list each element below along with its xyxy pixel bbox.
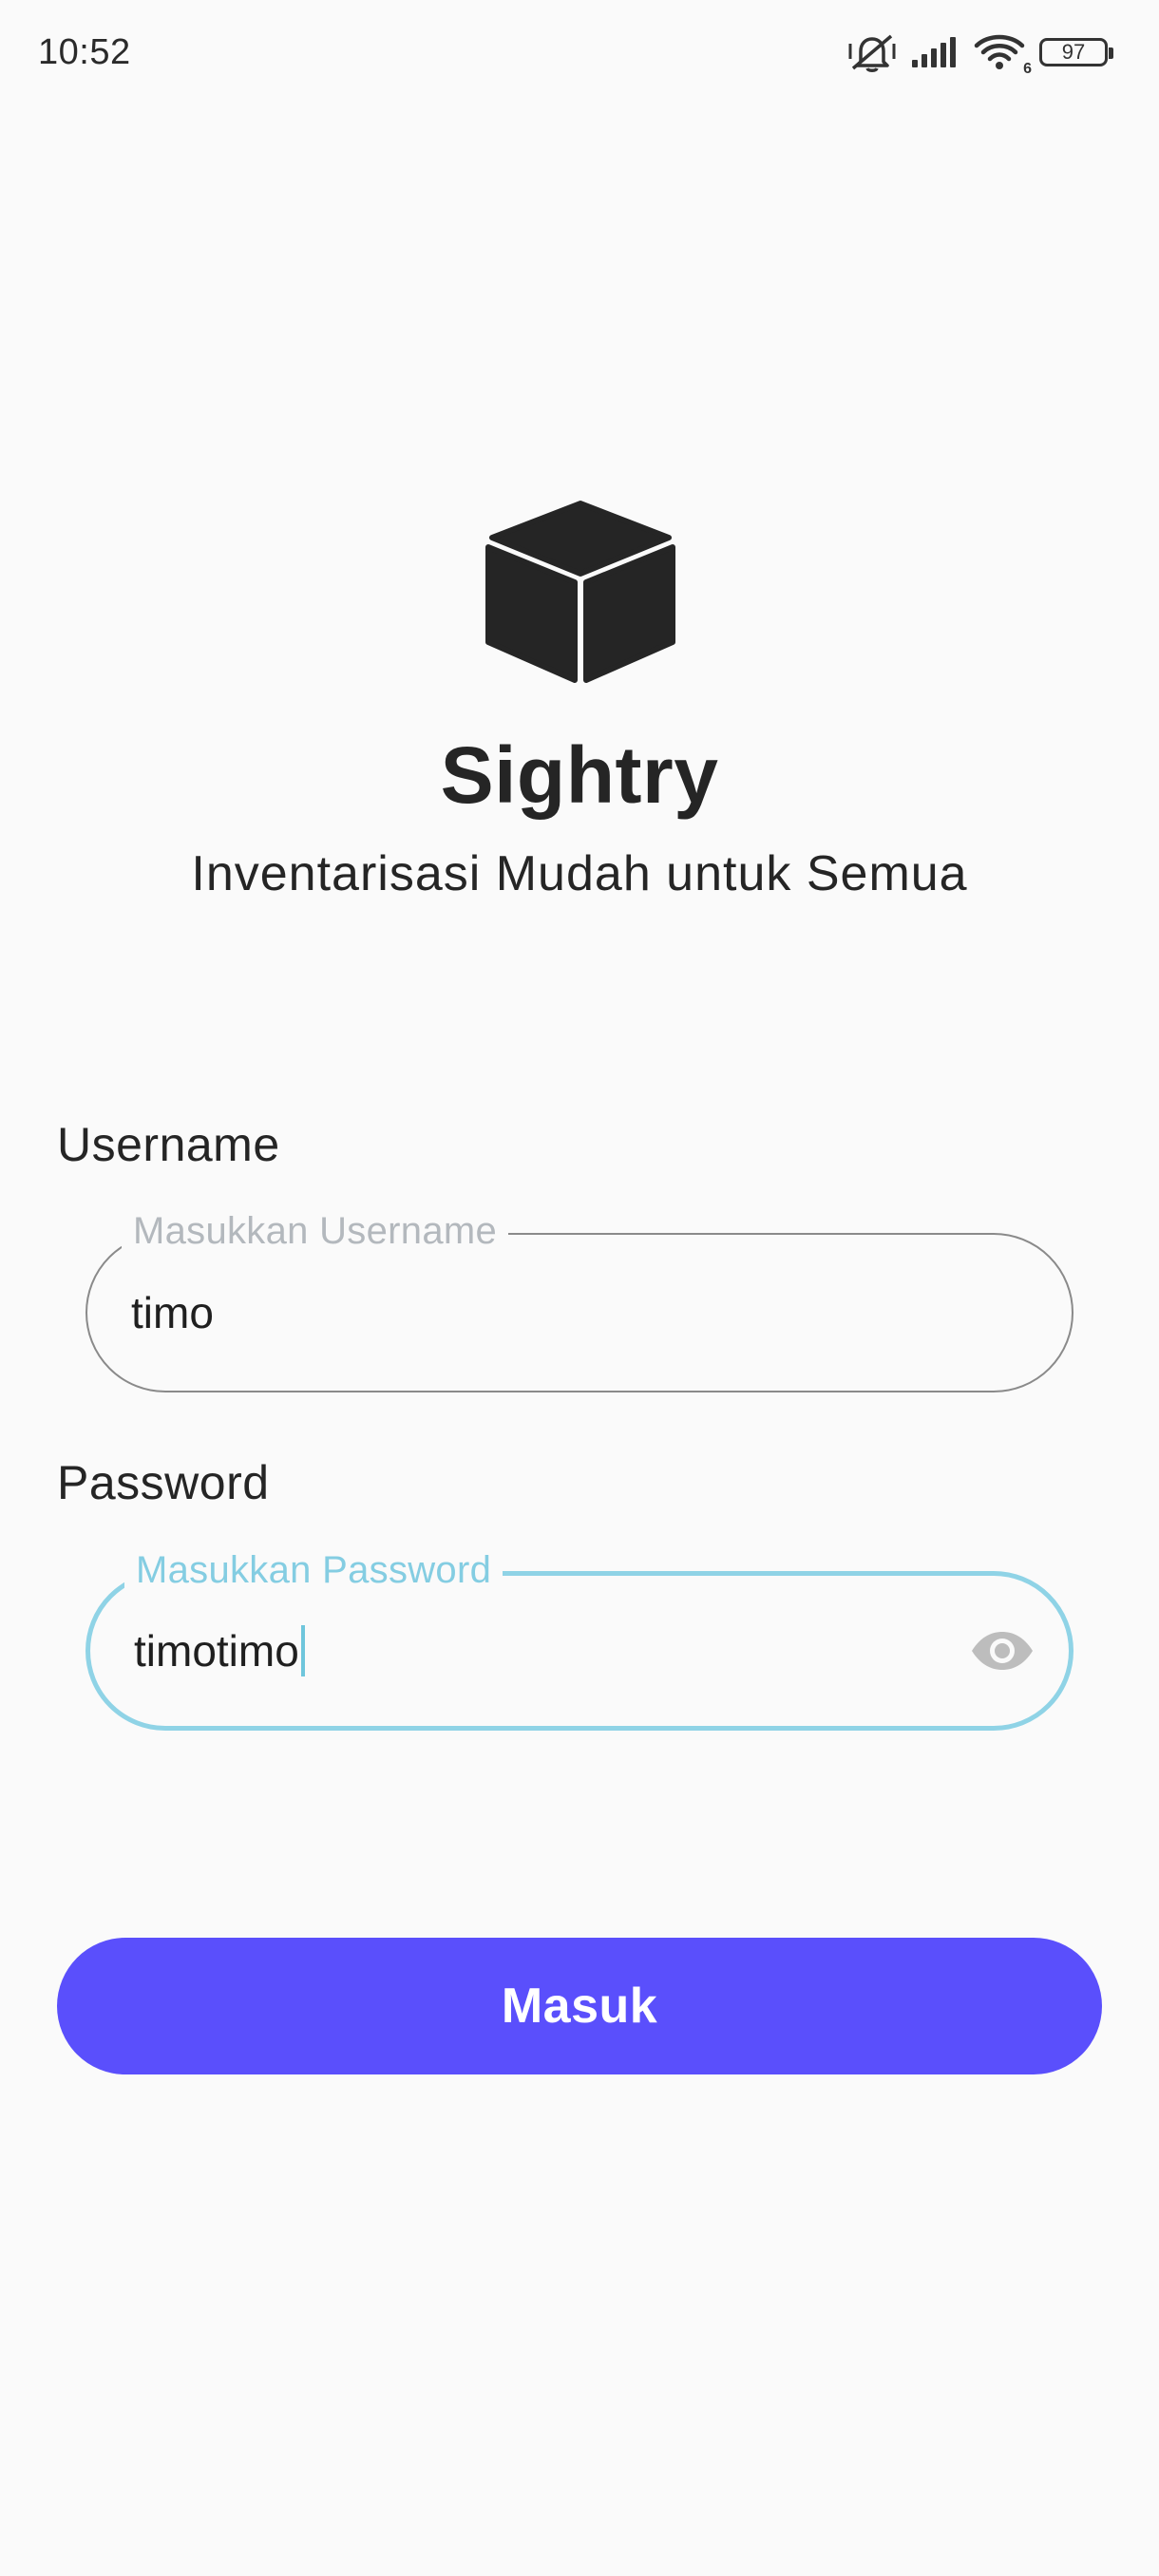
- battery-icon: 97: [1039, 38, 1113, 66]
- eye-icon[interactable]: [968, 1617, 1036, 1685]
- status-bar: 10:52 6 97: [0, 0, 1159, 104]
- password-label: Password: [57, 1456, 270, 1509]
- login-button[interactable]: Masuk: [57, 1938, 1102, 2074]
- wifi-standard-label: 6: [1023, 61, 1032, 77]
- silent-mode-icon: [847, 30, 897, 74]
- username-field[interactable]: Masukkan Username timo: [86, 1204, 1074, 1392]
- wifi-icon: 6: [973, 32, 1032, 77]
- cube-icon: [483, 500, 678, 686]
- password-input[interactable]: timotimo: [134, 1625, 305, 1676]
- app-title: Sightry: [440, 730, 719, 820]
- battery-level: 97: [1061, 40, 1086, 64]
- password-value: timotimo: [134, 1626, 299, 1676]
- status-icons: 6 97: [847, 28, 1113, 77]
- password-field[interactable]: Masukkan Password timotimo: [86, 1544, 1074, 1731]
- username-placeholder: Masukkan Username: [122, 1204, 509, 1258]
- signal-icon: [910, 35, 960, 69]
- username-label: Username: [57, 1118, 280, 1171]
- status-time: 10:52: [38, 32, 131, 72]
- username-value[interactable]: timo: [131, 1287, 214, 1338]
- app-subtitle: Inventarisasi Mudah untuk Semua: [191, 846, 968, 901]
- text-caret: [300, 1625, 305, 1676]
- password-placeholder: Masukkan Password: [124, 1544, 504, 1597]
